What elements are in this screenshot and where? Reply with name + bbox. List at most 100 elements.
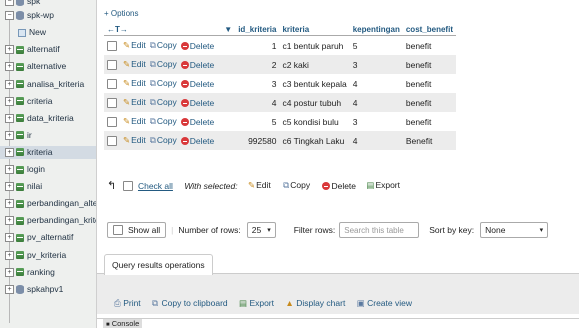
copy-clipboard-link[interactable]: Copy to clipboard [152, 298, 228, 308]
collapse-icon[interactable]: − [5, 11, 14, 21]
column-label[interactable]: cost_benefit [406, 25, 453, 34]
cell-cost-benefit[interactable]: Benefit [402, 131, 456, 150]
show-all-checkbox[interactable] [113, 225, 123, 235]
expand-icon[interactable]: + [5, 250, 14, 260]
column-header-id-kriteria[interactable]: ▼ id_kriteria [221, 23, 280, 36]
bulk-edit-button[interactable]: Edit [248, 180, 271, 190]
sidebar-item-kriteria[interactable]: + kriteria [0, 145, 96, 159]
cell-kriteria[interactable]: c4 postur tubuh [279, 93, 350, 112]
sidebar-item-data-kriteria[interactable]: + data_kriteria [0, 112, 74, 125]
expand-icon[interactable]: + [5, 216, 14, 226]
cell-kriteria[interactable]: c3 bentuk kepala [279, 74, 350, 93]
expand-icon[interactable]: + [5, 79, 14, 89]
edit-link[interactable]: Edit [123, 59, 146, 70]
sidebar-item-label[interactable]: New [29, 27, 46, 37]
sidebar-item-nilai[interactable]: + nilai [0, 180, 42, 193]
sidebar-item-new[interactable]: New [0, 26, 46, 39]
delete-link[interactable]: Delete [180, 41, 214, 51]
cell-kepentingan[interactable]: 3 [349, 55, 403, 74]
sidebar-item-spkahpv1[interactable]: + spkahpv1 [0, 283, 63, 296]
edit-link[interactable]: Edit [123, 78, 146, 89]
copy-link[interactable]: Copy [150, 78, 177, 89]
sidebar-item-label[interactable]: data_kriteria [27, 113, 74, 123]
row-checkbox[interactable] [107, 78, 117, 89]
cell-kepentingan[interactable]: 5 [349, 35, 403, 55]
sidebar-item-label[interactable]: alternative [27, 61, 66, 71]
cell-cost-benefit[interactable]: benefit [402, 35, 456, 55]
sidebar-item-pv-alternatif[interactable]: + pv_alternatif [0, 231, 73, 244]
sidebar-item-label[interactable]: pv_kriteria [27, 250, 66, 260]
sidebar-item-label[interactable]: spkahpv1 [27, 284, 63, 294]
cell-kepentingan[interactable]: 4 [349, 131, 403, 150]
row-checkbox[interactable] [107, 97, 117, 108]
cell-kriteria[interactable]: c6 Tingkah Laku [279, 131, 350, 150]
sidebar-item-label[interactable]: pv_alternatif [27, 232, 73, 242]
row-checkbox[interactable] [107, 40, 117, 51]
filter-input[interactable]: Search this table [339, 222, 420, 238]
expand-icon[interactable]: + [5, 96, 14, 106]
expand-icon[interactable]: + [5, 182, 14, 192]
expand-icon[interactable]: + [5, 284, 14, 294]
expand-icon[interactable]: + [5, 165, 14, 175]
sidebar-item-label[interactable]: ranking [27, 267, 55, 277]
edit-link[interactable]: Edit [123, 40, 146, 51]
sidebar-item-spk-wp[interactable]: − spk-wp [0, 9, 54, 22]
collapse-icon[interactable]: − [5, 0, 14, 7]
column-arrows[interactable]: ←T→ [104, 23, 222, 36]
expand-icon[interactable]: + [5, 45, 14, 55]
console-bar[interactable]: ■ Console [97, 318, 579, 329]
cell-id-kriteria[interactable]: 3 [221, 74, 280, 93]
expand-icon[interactable]: + [5, 199, 14, 209]
export-link[interactable]: ▤ Export [239, 298, 274, 308]
sidebar-item-ir[interactable]: + ir [0, 129, 32, 142]
sidebar-item-label[interactable]: analisa_kriteria [27, 79, 84, 89]
copy-link[interactable]: Copy [150, 116, 177, 127]
sidebar-item-label[interactable]: kriteria [27, 147, 53, 157]
cell-cost-benefit[interactable]: benefit [402, 55, 456, 74]
copy-link[interactable]: Copy [150, 97, 177, 108]
cell-cost-benefit[interactable]: benefit [402, 74, 456, 93]
expand-icon[interactable]: + [5, 267, 14, 277]
tree-row-partial[interactable]: − spk [0, 0, 40, 8]
cell-cost-benefit[interactable]: benefit [402, 93, 456, 112]
print-link[interactable]: ⎙ Print [114, 298, 141, 308]
show-all-label[interactable]: Show all [128, 225, 160, 235]
cell-kepentingan[interactable]: 4 [349, 93, 403, 112]
sidebar-item-label[interactable]: ir [27, 130, 32, 140]
copy-link[interactable]: Copy [150, 40, 177, 51]
sidebar-item-label[interactable]: perbandingan_kriteria [27, 215, 96, 225]
cell-id-kriteria[interactable]: 992580 [221, 131, 280, 150]
cell-kepentingan[interactable]: 3 [349, 112, 403, 131]
delete-link[interactable]: Delete [180, 98, 214, 108]
expand-icon[interactable]: + [5, 233, 14, 243]
sidebar-item-login[interactable]: + login [0, 163, 45, 176]
bulk-copy-button[interactable]: Copy [283, 180, 310, 190]
sidebar-item-perbandingan-kriteria[interactable]: + perbandingan_kriteria [0, 214, 96, 227]
sidebar-item-label[interactable]: login [27, 164, 45, 174]
sidebar-item-label[interactable]: perbandingan_alternatif [27, 198, 96, 208]
cell-cost-benefit[interactable]: benefit [402, 112, 456, 131]
delete-link[interactable]: Delete [180, 60, 214, 70]
sidebar-item-perbandingan-alternatif[interactable]: + perbandingan_alternatif [0, 197, 96, 210]
cell-kriteria[interactable]: c1 bentuk paruh [279, 35, 350, 55]
copy-link[interactable]: Copy [150, 59, 177, 70]
rows-select[interactable]: 25 ▾ [246, 222, 276, 238]
sidebar-item-label[interactable]: spk-wp [27, 10, 54, 20]
delete-link[interactable]: Delete [180, 79, 214, 89]
bulk-export-button[interactable]: ▤Export [366, 180, 400, 190]
sidebar-item-criteria[interactable]: + criteria [0, 95, 53, 108]
expand-icon[interactable]: + [5, 147, 14, 157]
delete-link[interactable]: Delete [180, 136, 214, 146]
edit-link[interactable]: Edit [123, 116, 146, 127]
column-label[interactable]: kepentingan [353, 25, 400, 34]
column-label[interactable]: id_kriteria [238, 25, 276, 34]
sort-select[interactable]: None ▾ [480, 222, 549, 238]
row-checkbox[interactable] [107, 135, 117, 146]
row-checkbox[interactable] [107, 59, 117, 70]
delete-link[interactable]: Delete [180, 117, 214, 127]
column-label[interactable]: kriteria [282, 25, 309, 34]
cell-id-kriteria[interactable]: 4 [221, 93, 280, 112]
sidebar-item-alternatif[interactable]: + alternatif [0, 43, 60, 56]
bulk-delete-button[interactable]: Delete [322, 181, 356, 191]
column-header-kriteria[interactable]: kriteria [279, 23, 350, 36]
